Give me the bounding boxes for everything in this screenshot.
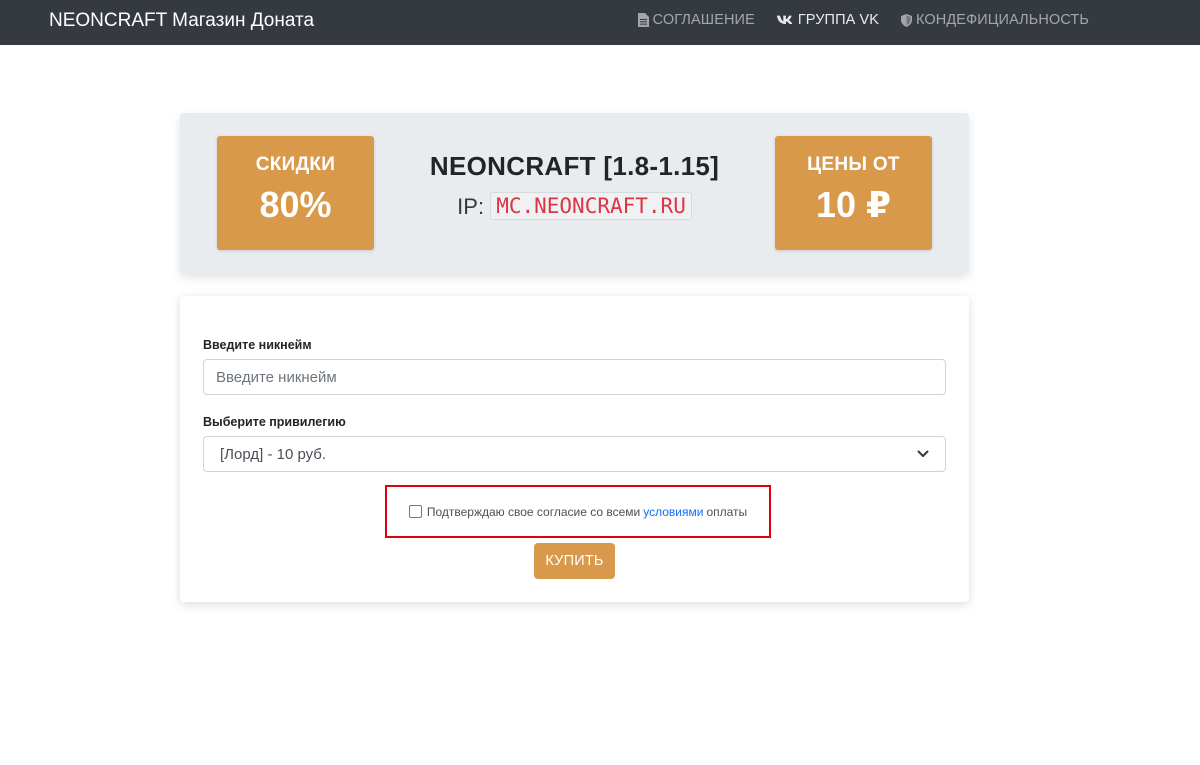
- consent-checkbox[interactable]: [408, 505, 422, 518]
- nav-link-privacy[interactable]: КОНДЕФИЦИАЛЬНОСТЬ: [901, 10, 1089, 30]
- consent-highlight-box: Подтверждаю свое согласие со всеми услов…: [385, 485, 771, 538]
- nav-link-agreement[interactable]: СОГЛАШЕНИЕ: [637, 10, 755, 30]
- buy-button[interactable]: КУПИТЬ: [534, 543, 615, 579]
- top-navbar: NEONCRAFT Магазин Доната СОГЛАШЕНИЕ ГРУП…: [0, 0, 1200, 45]
- shield-icon: [901, 13, 913, 27]
- price-value: 10 ₽: [815, 184, 892, 225]
- vk-icon: [776, 15, 794, 26]
- nav-link-vk-group[interactable]: ГРУППА VK: [776, 10, 880, 30]
- chevron-down-icon: [917, 450, 929, 458]
- privilege-selected-value: [Лорд] - 10 руб.: [220, 445, 327, 463]
- consent-text-suffix: оплаты: [706, 504, 748, 519]
- nav-link-label: СОГЛАШЕНИЕ: [652, 12, 755, 28]
- server-info-card: СКИДКИ 80% NEONCRAFT [1.8-1.15] IP: MC.N…: [180, 113, 969, 273]
- price-badge: ЦЕНЫ ОТ 10 ₽: [775, 136, 932, 250]
- ip-label: IP:: [457, 194, 485, 219]
- payment-terms-link[interactable]: условиями: [643, 505, 703, 519]
- privilege-label: Выберите привилегию: [203, 415, 346, 429]
- privilege-select[interactable]: [Лорд] - 10 руб.: [203, 436, 946, 472]
- purchase-form-card: Введите никнейм Выберите привилегию [Лор…: [180, 296, 969, 602]
- nickname-label: Введите никнейм: [203, 338, 312, 352]
- nav-link-label: КОНДЕФИЦИАЛЬНОСТЬ: [916, 12, 1089, 28]
- consent-text-prefix: Подтверждаю свое согласие со всеми: [426, 504, 641, 519]
- price-label: ЦЕНЫ ОТ: [807, 154, 900, 175]
- document-icon: [637, 13, 649, 27]
- nickname-input[interactable]: [203, 359, 946, 395]
- nav-link-label: ГРУППА VK: [797, 12, 880, 28]
- brand-title[interactable]: NEONCRAFT Магазин Доната: [49, 10, 314, 32]
- ip-address[interactable]: MC.NEONCRAFT.RU: [490, 192, 692, 220]
- nav-links: СОГЛАШЕНИЕ ГРУППА VK КОНДЕФИЦИАЛЬНОСТЬ: [637, 10, 1089, 30]
